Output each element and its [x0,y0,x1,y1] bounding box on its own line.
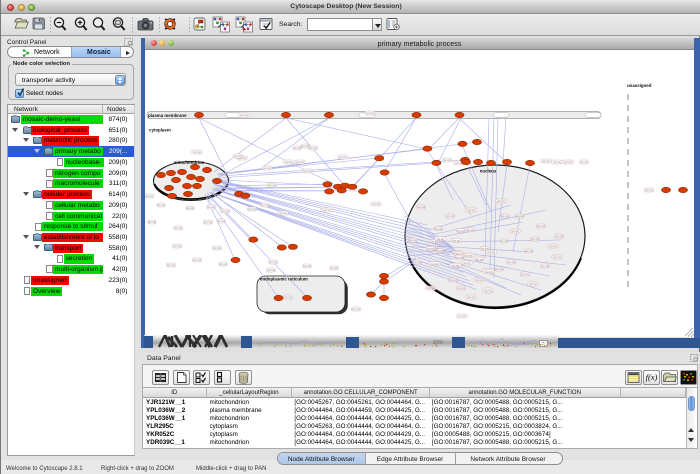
svg-text:(xx xx): (xx xx) [485,271,493,274]
svg-text:(xx xx): (xx xx) [167,264,175,267]
svg-text:(xx xx): (xx xx) [301,145,309,148]
svg-text:(xx xx): (xx xx) [484,289,492,292]
svg-text:(xx xx): (xx xx) [500,240,508,243]
svg-text:(xx xx): (xx xx) [284,296,292,299]
svg-text:(xx xx): (xx xx) [487,251,495,254]
svg-text:(xx xx): (xx xx) [213,247,221,250]
svg-text:(xx xx): (xx xx) [457,230,465,233]
svg-text:(xx xx): (xx xx) [645,189,653,192]
svg-text:(xx xx): (xx xx) [204,221,212,224]
svg-text:(xx xx): (xx xx) [529,283,537,286]
svg-text:(xx xx): (xx xx) [417,206,425,209]
svg-text:(xx xx): (xx xx) [157,204,165,207]
svg-text:(xx xx): (xx xx) [449,279,457,282]
svg-text:(xx xx): (xx xx) [413,261,421,264]
svg-text:(xx xx): (xx xx) [248,208,256,211]
svg-text:(xx xx): (xx xx) [497,200,505,203]
svg-text:(xx xx): (xx xx) [193,259,201,262]
svg-text:(xx xx): (xx xx) [366,112,374,115]
svg-text:(xx xx): (xx xx) [467,296,475,299]
svg-text:nucleus: nucleus [480,169,497,174]
svg-text:(xx xx): (xx xx) [435,228,443,231]
svg-text:(xx xx): (xx xx) [436,250,444,253]
svg-text:(xx xx): (xx xx) [145,195,153,198]
svg-text:(xx xx): (xx xx) [553,161,561,164]
svg-text:(xx xx): (xx xx) [521,273,529,276]
svg-text:plasma membrane: plasma membrane [148,113,187,118]
svg-text:(xx xx): (xx xx) [516,215,524,218]
svg-text:(xx xx): (xx xx) [174,227,182,230]
svg-text:(xx xx): (xx xx) [303,265,311,268]
svg-text:(xx xx): (xx xx) [463,262,471,265]
svg-text:(xx xx): (xx xx) [501,215,509,218]
svg-text:(xx xx): (xx xx) [409,239,417,242]
svg-text:(xx xx): (xx xx) [511,230,519,233]
svg-text:(xx xx): (xx xx) [564,161,572,164]
svg-text:(xx xx): (xx xx) [234,155,242,158]
svg-text:(xx xx): (xx xx) [296,161,304,164]
svg-text:(xx xx): (xx xx) [339,156,347,159]
svg-text:(xx xx): (xx xx) [525,250,533,253]
svg-text:(xx xx): (xx xx) [427,248,435,251]
svg-text:(xx xx): (xx xx) [446,215,454,218]
svg-text:(xx xx): (xx xx) [437,238,445,241]
svg-text:(xx xx): (xx xx) [431,241,439,244]
svg-text:(xx xx): (xx xx) [352,308,360,311]
svg-text:(xx xx): (xx xx) [541,265,549,268]
svg-text:(xx xx): (xx xx) [267,269,275,272]
svg-text:(xx xx): (xx xx) [457,287,465,290]
svg-text:unassigned: unassigned [627,83,652,88]
svg-text:(xx xx): (xx xx) [455,256,463,259]
svg-text:(xx xx): (xx xx) [465,254,473,257]
svg-text:(xx xx): (xx xx) [537,225,545,228]
svg-text:(xx xx): (xx xx) [427,287,435,290]
svg-text:(xx xx): (xx xx) [186,207,194,210]
svg-text:cytoplasm: cytoplasm [149,128,171,133]
svg-text:(xx xx): (xx xx) [207,206,215,209]
svg-text:(xx xx): (xx xx) [580,161,588,164]
svg-text:(xx xx): (xx xx) [219,263,227,266]
svg-text:(xx xx): (xx xx) [553,256,561,259]
svg-text:(xx xx): (xx xx) [443,159,451,162]
svg-text:(xx xx): (xx xx) [269,261,277,264]
svg-text:(xx xx): (xx xx) [173,245,181,248]
svg-text:(xx xx): (xx xx) [549,245,557,248]
svg-text:(xx xx): (xx xx) [221,210,229,213]
svg-text:(xx xx): (xx xx) [467,229,475,232]
svg-text:(xx xx): (xx xx) [495,268,503,271]
svg-text:(xx xx): (xx xx) [531,238,539,241]
svg-text:(xx xx): (xx xx) [542,160,550,163]
svg-text:(xx xx): (xx xx) [304,170,312,173]
svg-text:(xx xx): (xx xx) [467,209,475,212]
svg-text:mitochondrion: mitochondrion [174,160,205,165]
svg-text:(xx xx): (xx xx) [475,279,483,282]
svg-text:(xx xx): (xx xx) [507,261,515,264]
svg-text:(xx xx): (xx xx) [293,147,301,150]
svg-text:(xx xx): (xx xx) [261,204,269,207]
svg-text:(xx xx): (xx xx) [372,203,380,206]
svg-text:(xx xx): (xx xx) [309,147,317,150]
svg-text:(xx xx): (xx xx) [263,167,271,170]
svg-text:(xx xx): (xx xx) [217,220,225,223]
svg-text:(xx xx): (xx xx) [476,258,484,261]
svg-text:(xx xx): (xx xx) [458,315,466,318]
svg-text:endoplasmic reticulum: endoplasmic reticulum [260,277,308,282]
svg-text:(xx xx): (xx xx) [323,209,331,212]
svg-text:(xx xx): (xx xx) [452,264,460,267]
svg-text:(xx xx): (xx xx) [431,263,439,266]
svg-text:(xx xx): (xx xx) [279,212,287,215]
svg-text:(xx xx): (xx xx) [193,151,201,154]
svg-text:(xx xx): (xx xx) [148,221,156,224]
svg-text:(xx xx): (xx xx) [268,184,276,187]
svg-text:(xx xx): (xx xx) [285,161,293,164]
svg-text:(xx xx): (xx xx) [453,239,461,242]
svg-text:(xx xx): (xx xx) [330,267,338,270]
svg-text:(xx xx): (xx xx) [240,114,248,117]
svg-text:(xx xx): (xx xx) [555,235,563,238]
